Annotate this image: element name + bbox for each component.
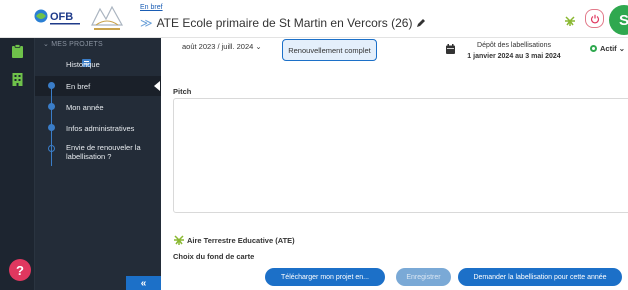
sidebar-item-renouveler[interactable]: Envie de renouveler la labellisation ? (35, 139, 161, 165)
ate-logo (91, 5, 124, 30)
timeline-dot (48, 82, 55, 89)
map-background-label: Choix du fond de carte (173, 252, 255, 261)
page-title: ATE Ecole primaire de St Martin en Verco… (156, 16, 413, 30)
pitch-textarea[interactable] (173, 98, 628, 213)
main-content: août 2023 / juill. 2024 ⌄ Renouvellement… (161, 38, 628, 290)
collapse-sidebar-button[interactable]: « (126, 276, 161, 290)
top-bar: OFB En bref ≫ ATE Ecole primaire de St M… (0, 0, 628, 38)
chevron-down-icon: ⌄ (43, 41, 52, 48)
calendar-icon (446, 44, 455, 54)
avatar[interactable]: S (609, 5, 628, 35)
status-dot-icon (590, 45, 597, 52)
depot-info: Dépôt des labellisations 1 janvier 2024 … (459, 40, 569, 62)
ofb-logo[interactable]: OFB (33, 5, 83, 31)
timeline-dot (48, 103, 55, 110)
edit-icon[interactable] (416, 18, 426, 28)
icon-rail: ? (0, 38, 35, 290)
depot-title: Dépôt des labellisations (477, 42, 551, 49)
breadcrumb-link[interactable]: En bref (140, 4, 163, 11)
depot-dates: 1 janvier 2024 au 3 mai 2024 (467, 53, 561, 60)
sidebar: ? ⌄ MES PROJETS Historique En bref Mon a… (0, 38, 161, 290)
chevron-right-icon: ≫ (140, 16, 153, 30)
timeline-dot (48, 145, 55, 152)
help-button[interactable]: ? (9, 259, 31, 281)
logout-button[interactable] (585, 9, 604, 28)
sidebar-item-historique[interactable]: Historique (35, 54, 161, 74)
timeline-dot (48, 124, 55, 131)
request-labellisation-button[interactable]: Demander la labellisation pour cette ann… (458, 268, 622, 286)
ate-heading: Aire Terrestre Educative (ATE) (173, 234, 295, 246)
clipboard-icon[interactable] (11, 44, 24, 59)
pitch-label: Pitch (173, 87, 192, 96)
leaf-icon (174, 235, 184, 245)
svg-text:OFB: OFB (50, 11, 73, 23)
actif-dropdown[interactable]: Actif ⌄ (590, 44, 625, 53)
save-button[interactable]: Enregistrer (396, 268, 451, 286)
status-button[interactable]: Renouvellement complet (282, 39, 377, 61)
actif-label: Actif ⌄ (600, 44, 626, 53)
download-project-button[interactable]: Télécharger mon projet en... (265, 268, 385, 286)
building-icon[interactable] (11, 72, 24, 87)
period-dropdown[interactable]: août 2023 / juill. 2024 ⌄ (182, 42, 262, 51)
nav-section-title: ⌄ MES PROJETS (43, 41, 103, 48)
leaf-icon (565, 16, 575, 26)
breadcrumb: ≫ ATE Ecole primaire de St Martin en Ver… (140, 16, 426, 30)
project-nav: ⌄ MES PROJETS Historique En bref Mon ann… (35, 38, 161, 290)
active-item-caret (154, 81, 160, 91)
power-icon (590, 14, 599, 23)
